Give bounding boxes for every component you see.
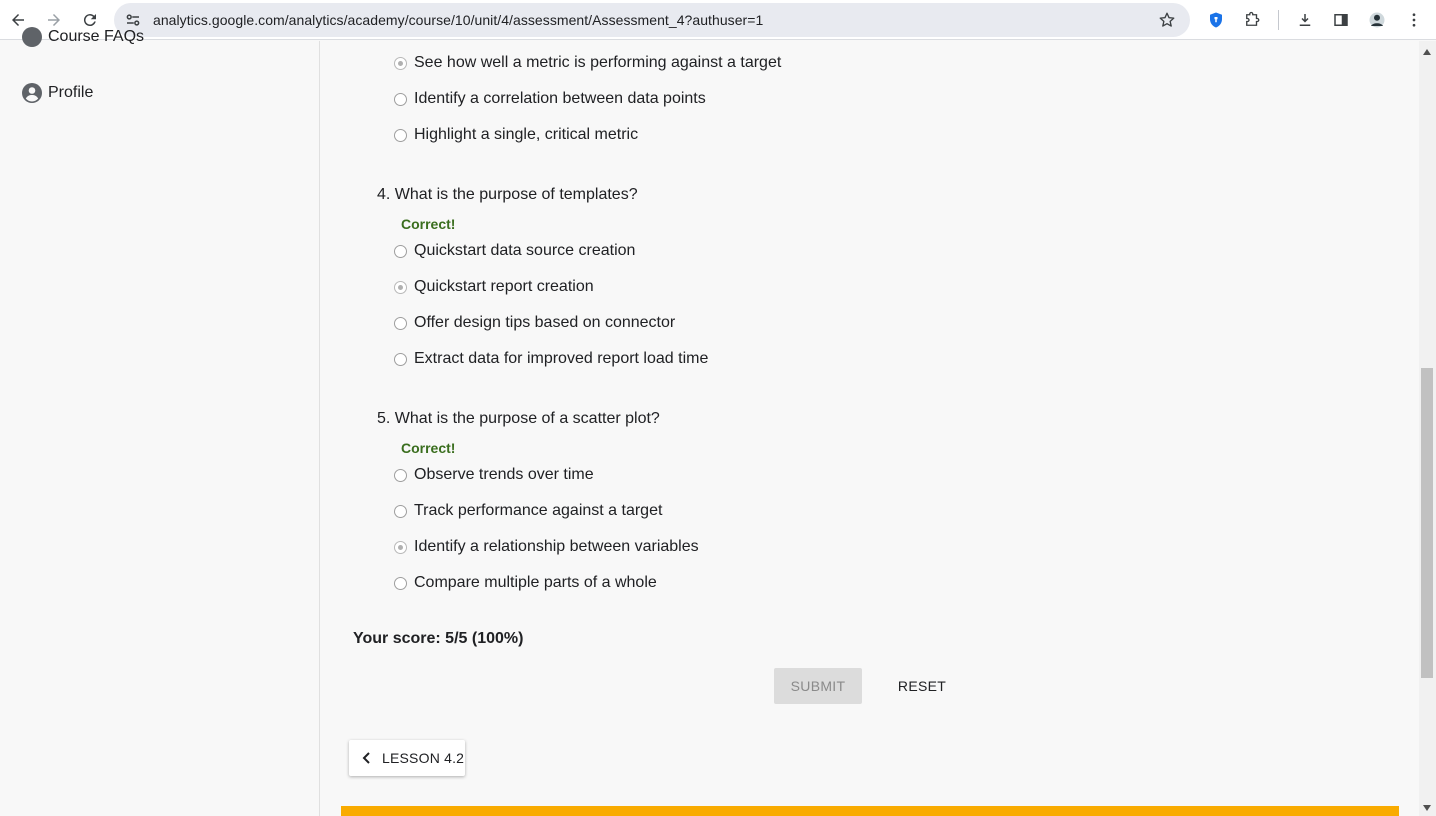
q5-feedback: Correct!	[401, 440, 456, 456]
sidebar-item-label: Profile	[48, 84, 94, 101]
q5-option-4[interactable]: Compare multiple parts of a whole	[394, 574, 657, 592]
scroll-thumb[interactable]	[1421, 368, 1433, 678]
previous-lesson-button[interactable]: LESSON 4.2	[349, 740, 465, 776]
option-label: Compare multiple parts of a whole	[414, 574, 657, 591]
q3-option-2[interactable]: Identify a correlation between data poin…	[394, 90, 706, 108]
option-label: Extract data for improved report load ti…	[414, 350, 709, 367]
profile-avatar-icon[interactable]	[1363, 6, 1391, 34]
option-label: Identify a correlation between data poin…	[414, 90, 706, 107]
page-scrollbar[interactable]	[1419, 41, 1436, 816]
option-label: See how well a metric is performing agai…	[414, 54, 782, 71]
account-circle-icon	[22, 83, 42, 103]
toolbar-divider	[1278, 10, 1279, 30]
q3-option-3[interactable]: Highlight a single, critical metric	[394, 126, 638, 144]
radio-button[interactable]	[394, 540, 407, 554]
radio-button[interactable]	[394, 92, 407, 106]
q3-option-1[interactable]: See how well a metric is performing agai…	[394, 54, 781, 72]
q5-option-2[interactable]: Track performance against a target	[394, 502, 662, 520]
sidebar-item-label: Course FAQs	[48, 28, 145, 45]
reset-button[interactable]: RESET	[886, 668, 958, 704]
radio-button[interactable]	[394, 244, 407, 258]
q4-option-3[interactable]: Offer design tips based on connector	[394, 314, 675, 332]
radio-button[interactable]	[394, 56, 407, 70]
bookmark-star-icon[interactable]	[1158, 11, 1176, 29]
address-bar[interactable]: analytics.google.com/analytics/academy/c…	[114, 3, 1190, 37]
submit-button[interactable]: SUBMIT	[774, 668, 862, 704]
option-label: Identify a relationship between variable…	[414, 538, 699, 555]
course-sidebar: Course FAQs Profile	[0, 27, 320, 816]
help-icon	[22, 27, 42, 47]
next-section-banner	[341, 806, 1399, 816]
q4-option-2[interactable]: Quickstart report creation	[394, 278, 594, 296]
extensions-puzzle-icon[interactable]	[1238, 6, 1266, 34]
option-label: Quickstart report creation	[414, 278, 594, 295]
download-icon[interactable]	[1291, 6, 1319, 34]
scroll-down-arrow-icon[interactable]	[1423, 805, 1431, 811]
more-menu-icon[interactable]	[1400, 6, 1428, 34]
scroll-up-arrow-icon[interactable]	[1423, 49, 1431, 55]
assessment-content: See how well a metric is performing agai…	[321, 41, 1419, 816]
option-label: Track performance against a target	[414, 502, 663, 519]
radio-button[interactable]	[394, 576, 407, 590]
question-4-text: 4. What is the purpose of templates?	[377, 186, 638, 203]
radio-button[interactable]	[394, 352, 407, 366]
radio-button[interactable]	[394, 504, 407, 518]
q4-option-4[interactable]: Extract data for improved report load ti…	[394, 350, 708, 368]
previous-lesson-label: LESSON 4.2	[382, 750, 465, 766]
url-text[interactable]: analytics.google.com/analytics/academy/c…	[153, 12, 763, 28]
radio-button[interactable]	[394, 316, 407, 330]
password-manager-icon[interactable]	[1202, 6, 1230, 34]
radio-button[interactable]	[394, 128, 407, 142]
chevron-left-icon	[362, 752, 370, 764]
q5-option-3[interactable]: Identify a relationship between variable…	[394, 538, 699, 556]
option-label: Offer design tips based on connector	[414, 314, 676, 331]
sidebar-item-profile[interactable]: Profile	[22, 83, 93, 103]
q5-option-1[interactable]: Observe trends over time	[394, 466, 594, 484]
q4-feedback: Correct!	[401, 216, 456, 232]
side-panel-icon[interactable]	[1327, 6, 1355, 34]
q4-option-1[interactable]: Quickstart data source creation	[394, 242, 635, 260]
option-label: Quickstart data source creation	[414, 242, 636, 259]
sidebar-item-course-faqs[interactable]: Course FAQs	[22, 27, 144, 47]
browser-toolbar: analytics.google.com/analytics/academy/c…	[0, 0, 1436, 40]
question-5-text: 5. What is the purpose of a scatter plot…	[377, 410, 660, 427]
option-label: Highlight a single, critical metric	[414, 126, 639, 143]
radio-button[interactable]	[394, 280, 407, 294]
score-text: Your score: 5/5 (100%)	[353, 630, 524, 647]
option-label: Observe trends over time	[414, 466, 594, 483]
radio-button[interactable]	[394, 468, 407, 482]
